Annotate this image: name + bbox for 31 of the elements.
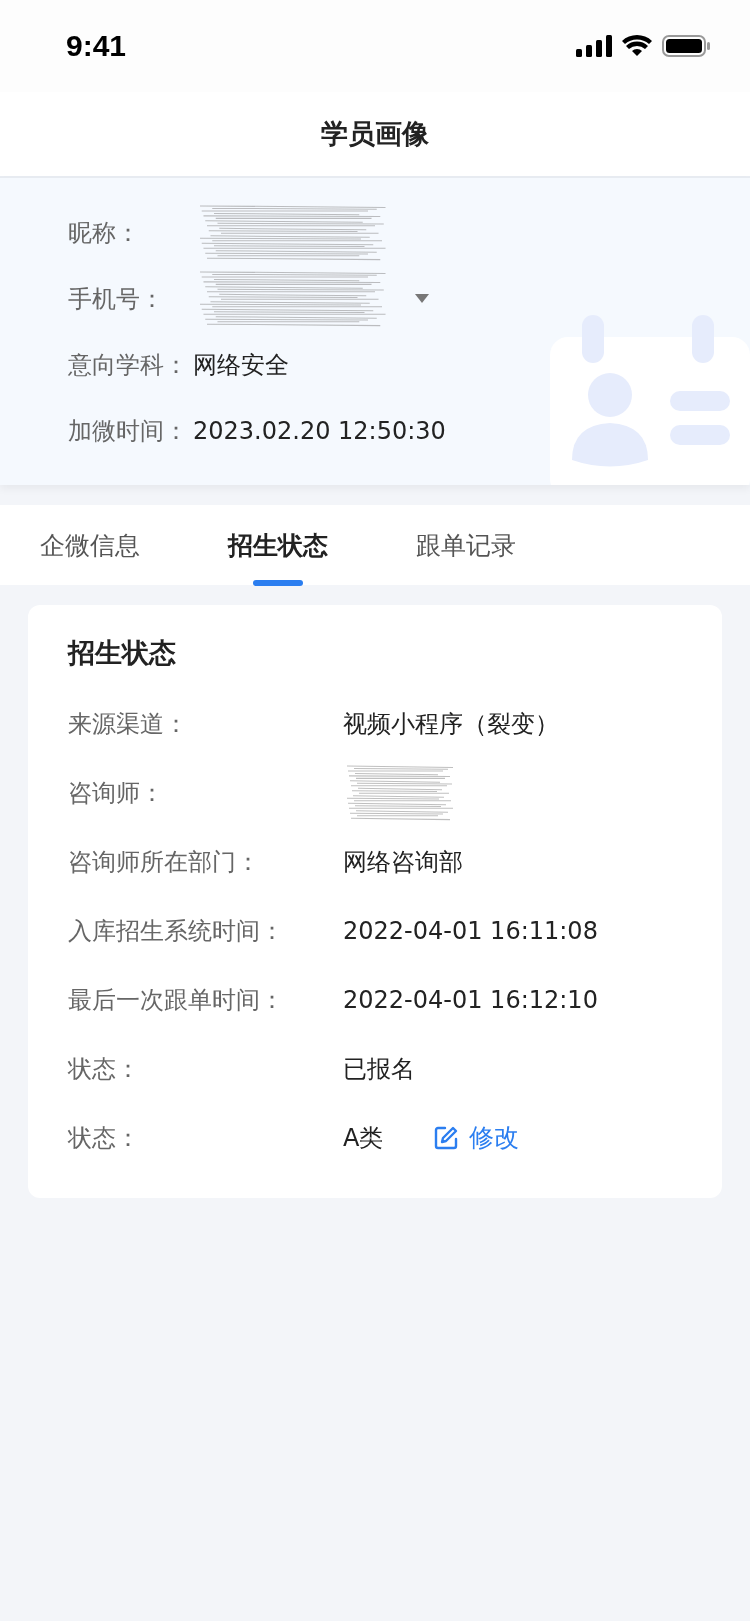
field-value: 网络安全	[193, 349, 289, 381]
field-label: 状态：	[68, 1122, 141, 1154]
field-label: 意向学科：	[68, 349, 189, 381]
field-label: 来源渠道：	[68, 708, 189, 740]
battery-icon	[662, 35, 710, 57]
page-title: 学员画像	[321, 117, 429, 151]
edit-icon	[433, 1124, 460, 1151]
wifi-icon	[622, 35, 652, 57]
field-value: 2022-04-01 16:12:10	[343, 985, 598, 1014]
field-label: 咨询师：	[68, 777, 165, 809]
edit-link[interactable]: 修改	[433, 1121, 520, 1154]
field-label: 最后一次跟单时间：	[68, 984, 285, 1016]
field-label: 加微时间：	[68, 415, 189, 447]
card-title: 招生状态	[68, 636, 177, 670]
signal-icon	[576, 35, 612, 57]
field-label: 入库招生系统时间：	[68, 915, 285, 947]
tab[interactable]: 企微信息	[40, 518, 140, 572]
field-label: 咨询师所在部门：	[68, 846, 261, 878]
tab[interactable]: 招生状态	[228, 518, 328, 572]
field-value: 已报名	[343, 1053, 415, 1085]
tab-indicator	[253, 579, 303, 586]
field-label: 昵称：	[68, 217, 141, 249]
tab[interactable]: 跟单记录	[416, 518, 516, 572]
field-value: 网络咨询部	[343, 846, 463, 878]
field-value: 视频小程序（裂变）	[343, 708, 559, 740]
field-label: 手机号：	[68, 283, 165, 315]
field-value: 2023.02.20 12:50:30	[193, 416, 446, 445]
field-value: A类	[343, 1122, 384, 1154]
status-time: 9:41	[66, 29, 127, 63]
field-label: 状态：	[68, 1053, 141, 1085]
field-value: 2022-04-01 16:11:08	[343, 916, 598, 945]
